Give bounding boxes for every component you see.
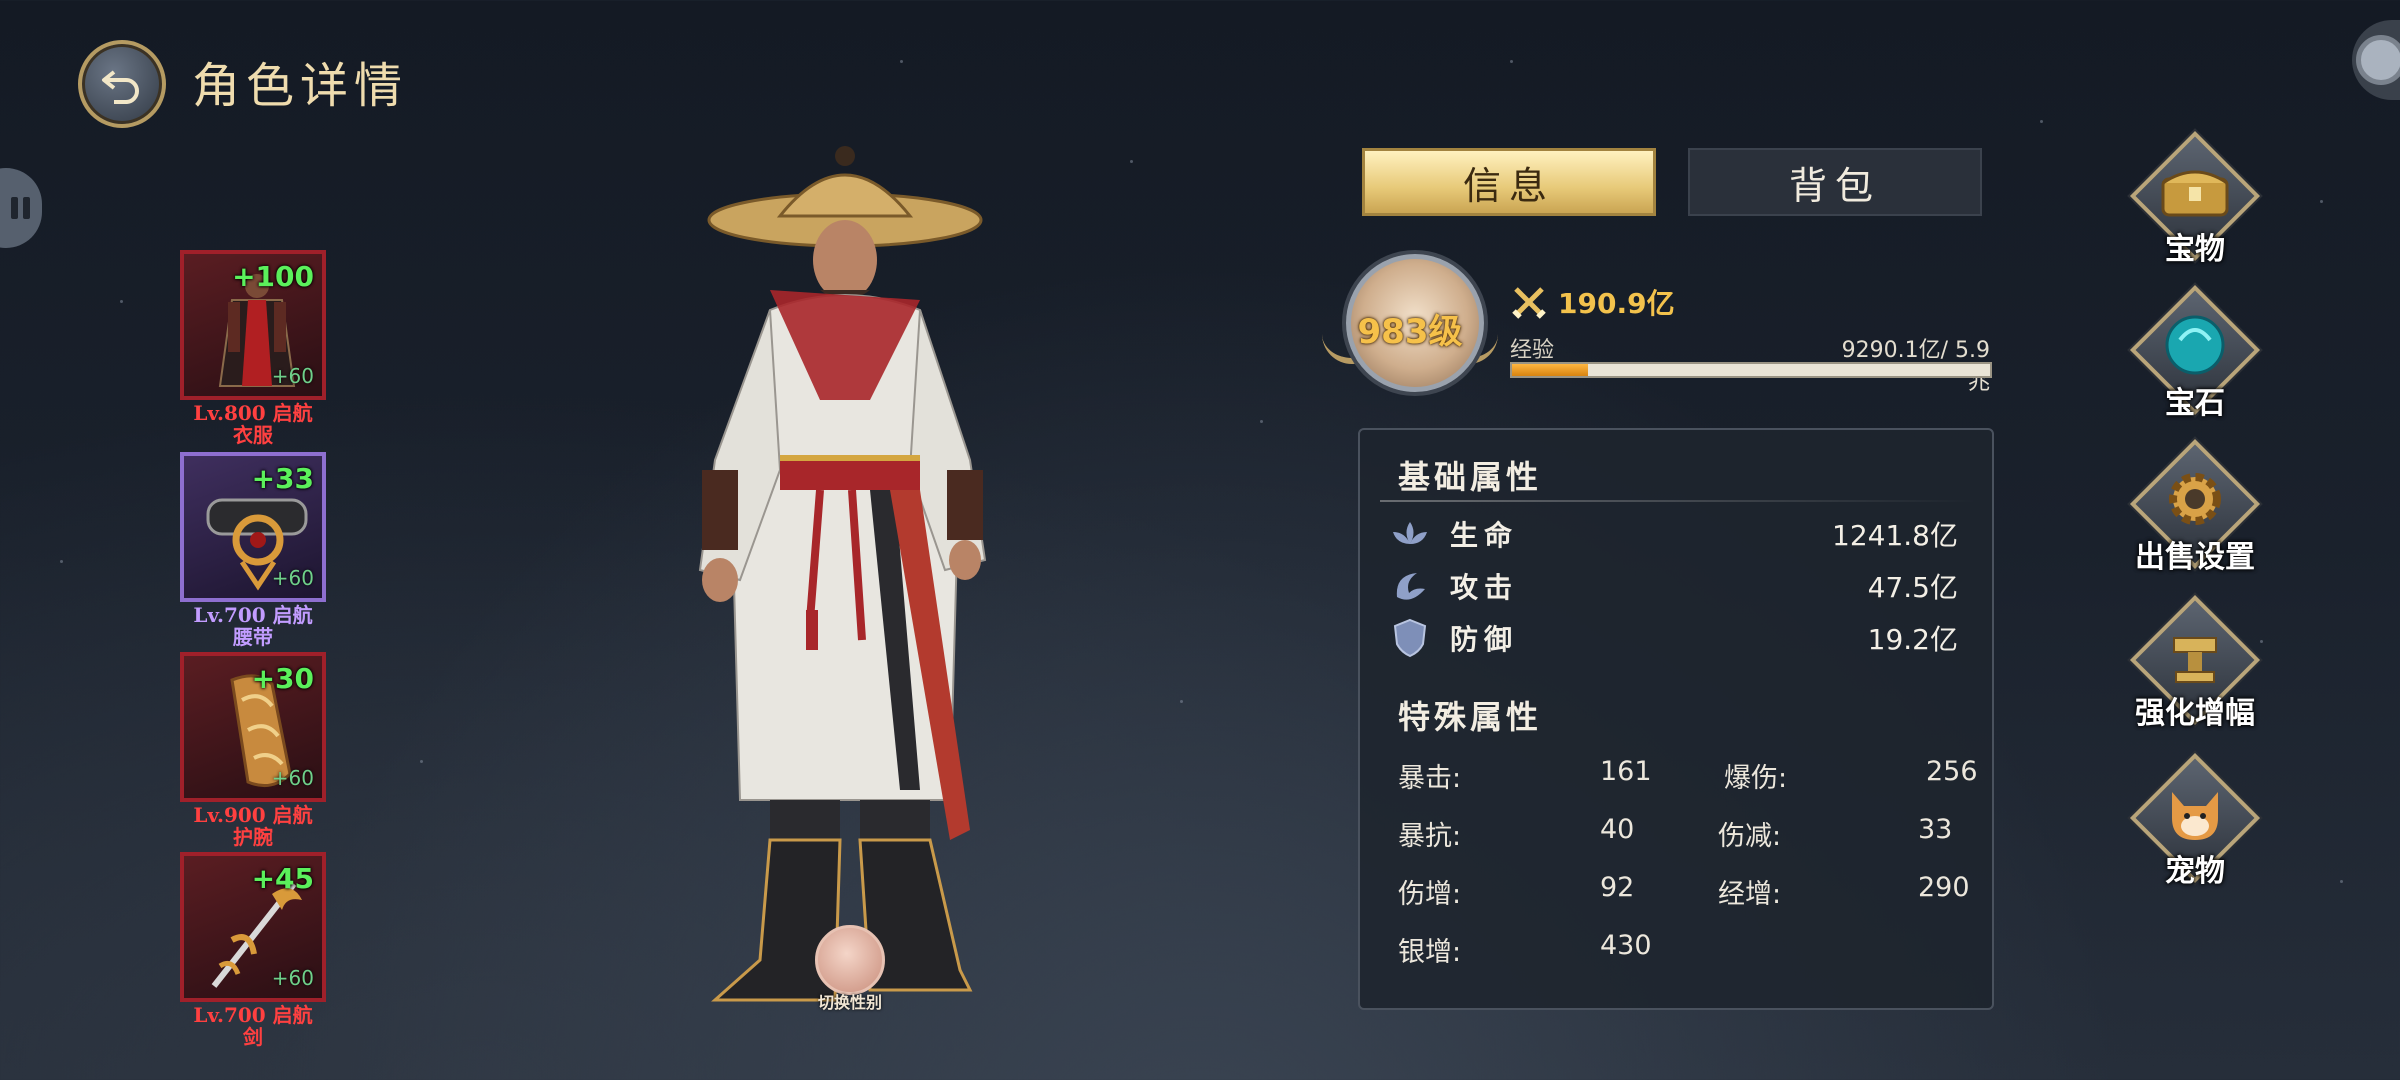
enhance-plus: +30 (251, 662, 314, 695)
enhance-plus: +33 (251, 462, 314, 495)
equip-slot-clothes[interactable]: +100 +60 Lv.800 启航 衣服 (180, 250, 326, 446)
gem-icon (2150, 300, 2240, 390)
equip-level: Lv.900 启航 护腕 (193, 803, 313, 849)
menu-treasure[interactable]: 宝物 (2120, 130, 2270, 268)
gear-icon (2150, 454, 2240, 544)
stats-panel: 基础属性 生命 1241.8亿 攻击 47.5亿 防御 19.2亿 特殊属性 暴… (1358, 428, 1994, 1010)
side-pause-button[interactable] (0, 168, 42, 248)
stat-row-attack: 攻击 47.5亿 (1388, 564, 1958, 608)
tab-info[interactable]: 信息 (1362, 148, 1656, 216)
special-stat-value: 33 (1918, 814, 1953, 845)
tab-bag[interactable]: 背包 (1688, 148, 1982, 216)
pet-dog-icon (2150, 768, 2240, 858)
special-stats-title: 特殊属性 (1398, 698, 1543, 736)
menu-pet[interactable]: 宠物 (2120, 752, 2270, 890)
special-stat-label: 暴抗: (1398, 821, 1462, 852)
stat-row-hp: 生命 1241.8亿 (1388, 512, 1958, 556)
menu-gem[interactable]: 宝石 (2120, 284, 2270, 422)
circle-icon (2356, 35, 2400, 85)
exp-progress-fill (1512, 364, 1589, 376)
attack-swirl-icon (1388, 564, 1432, 608)
exp-progress-bar (1510, 362, 1992, 378)
special-stat-label: 爆伤: (1724, 763, 1788, 794)
level-text: 983级 (1357, 312, 1463, 352)
crossed-swords-icon (1512, 287, 1546, 319)
equip-slot-sword[interactable]: +45 +60 Lv.700 启航 剑 (180, 852, 326, 1048)
special-stat-value: 92 (1600, 872, 1635, 903)
special-stat-value: 256 (1926, 756, 1978, 787)
special-stat-value: 40 (1600, 814, 1635, 845)
pause-icon (11, 197, 18, 219)
page-title: 角色详情 (192, 58, 409, 114)
menu-sell-settings[interactable]: 出售设置 (2120, 438, 2270, 576)
special-stat-label: 暴击: (1398, 763, 1462, 794)
enhance-sub: +60 (271, 766, 314, 790)
combat-power: 190.9亿 (1512, 282, 1675, 322)
stat-row-defense: 防御 19.2亿 (1388, 616, 1958, 660)
special-stat-label: 伤减: (1718, 821, 1782, 852)
enhance-plus: +45 (251, 862, 314, 895)
special-stat-value: 161 (1600, 756, 1652, 787)
special-stat-label: 伤增: (1398, 879, 1462, 910)
switch-gender-label: 切换性别 (817, 993, 882, 1012)
shield-icon (1388, 616, 1432, 660)
equip-slot-belt[interactable]: +33 +60 Lv.700 启航 腰带 (180, 452, 326, 648)
divider (1380, 500, 1976, 502)
level-badge: 983级 (1318, 248, 1502, 398)
equip-level: Lv.800 启航 衣服 (193, 401, 313, 447)
enhance-plus: +100 (232, 260, 314, 293)
special-stat-label: 银增: (1398, 937, 1462, 968)
switch-gender-button[interactable]: 切换性别 (805, 925, 895, 1013)
equip-slot-bracer[interactable]: +30 +60 Lv.900 启航 护腕 (180, 652, 326, 848)
equip-level: Lv.700 启航 腰带 (193, 603, 313, 649)
back-button[interactable] (78, 40, 166, 128)
special-stat-label: 经增: (1718, 879, 1782, 910)
combat-power-value: 190.9亿 (1558, 287, 1675, 320)
exp-label: 经验 (1510, 338, 1555, 363)
anvil-icon (2150, 610, 2240, 700)
special-stat-value: 290 (1918, 872, 1970, 903)
equip-level: Lv.700 启航 剑 (193, 1003, 313, 1049)
swap-icon (815, 925, 885, 995)
back-arrow-icon (102, 70, 139, 104)
enhance-sub: +60 (271, 966, 314, 990)
starfield-background (0, 0, 2400, 1080)
treasure-chest-icon (2150, 146, 2240, 236)
character-model (698, 146, 987, 1002)
menu-enhance[interactable]: 强化增幅 (2120, 594, 2270, 732)
enhance-sub: +60 (271, 364, 314, 388)
special-stat-value: 430 (1600, 930, 1652, 961)
corner-menu-button[interactable] (2352, 20, 2400, 100)
basic-stats-title: 基础属性 (1398, 458, 1543, 496)
enhance-sub: +60 (271, 566, 314, 590)
lotus-icon (1388, 512, 1432, 556)
